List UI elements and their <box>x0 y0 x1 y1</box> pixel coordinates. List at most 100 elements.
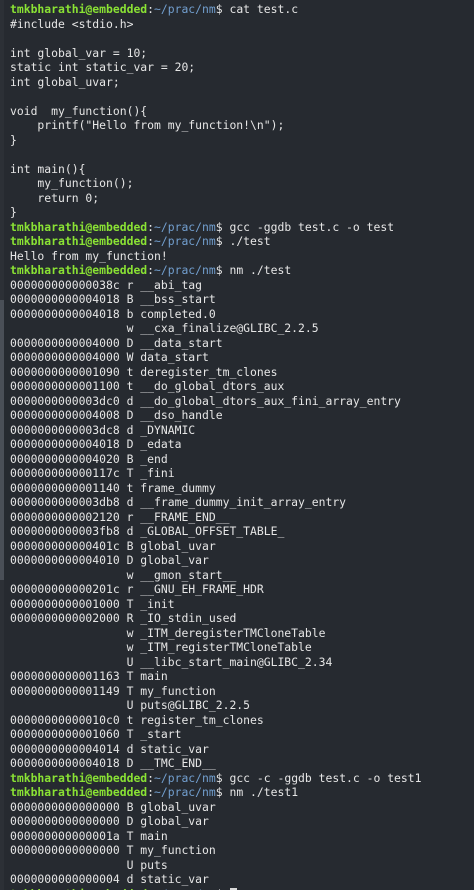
output-line: Hello from my_function! <box>10 248 168 263</box>
output-line: #include <stdio.h> <box>10 16 134 31</box>
output-line: 0000000000004018 b completed.0 <box>10 306 216 321</box>
prompt-colon: : <box>147 219 155 234</box>
output-line: 000000000000401c B global_uvar <box>10 538 216 553</box>
prompt-path: ~/prac/nm <box>154 770 216 785</box>
prompt-colon: : <box>147 2 155 16</box>
output-line: w _ITM_registerTMCloneTable <box>10 640 312 654</box>
prompt-colon: : <box>147 887 154 890</box>
prompt-dollar: $ <box>216 887 230 890</box>
output-line: 0000000000004000 W data_start <box>10 350 209 364</box>
output-line: 0000000000003fb8 d _GLOBAL_OFFSET_TABLE_ <box>10 524 285 538</box>
prompt-user-host: tmkbharathi@embedded <box>10 770 148 785</box>
prompt-user-host: tmkbharathi@embedded <box>10 219 148 234</box>
prompt-line: tmkbharathi@embedded:~/prac/nm$ gcc -ggd… <box>10 220 474 235</box>
output-line: 0000000000004000 D __data_start <box>10 335 223 350</box>
output-line: 0000000000004018 D _edata <box>10 437 182 451</box>
output-line: 000000000000117c T _fini <box>10 466 175 480</box>
output-line: } <box>10 132 17 147</box>
prompt-colon: : <box>147 770 155 785</box>
output-line: 0000000000004018 D __TMC_END__ <box>10 756 216 770</box>
command-text: ./test <box>229 234 271 248</box>
prompt-user-host: tmkbharathi@embedded <box>10 785 148 799</box>
output-line: 0000000000000000 T my_function <box>10 843 216 857</box>
output-line: 0000000000000000 D global_var <box>10 814 209 828</box>
output-line: 0000000000001000 T _init <box>10 596 175 611</box>
output-line: 0000000000001149 T my_function <box>10 683 216 698</box>
command-text: nm ./test <box>229 263 292 277</box>
output-line: w __cxa_finalize@GLIBC_2.2.5 <box>10 321 319 335</box>
prompt-path: ~/prac/nm <box>154 219 216 234</box>
output-line: 0000000000001100 t __do_global_dtors_aux <box>10 379 285 393</box>
output-line: U puts@GLIBC_2.2.5 <box>10 698 251 712</box>
prompt-path: ~/prac/nm <box>154 887 216 890</box>
output-line: 0000000000001163 T main <box>10 669 168 683</box>
output-line: static int static_var = 20; <box>10 60 196 74</box>
prompt-dollar: $ <box>215 770 230 785</box>
output-line: 000000000000038c r __abi_tag <box>10 277 203 292</box>
output-line: 0000000000004020 B _end <box>10 451 168 466</box>
prompt-user-host: tmkbharathi@embedded <box>10 887 147 890</box>
terminal-scrollbar[interactable] <box>0 0 4 890</box>
output-line: 0000000000003db8 d __frame_dummy_init_ar… <box>10 495 347 509</box>
output-line: my_function(); <box>10 176 134 190</box>
output-line: 000000000000201c r __GNU_EH_FRAME_HDR <box>10 582 264 596</box>
prompt-colon: : <box>147 785 155 799</box>
output-line: int global_var = 10; <box>10 45 148 60</box>
output-line: w __gmon_start__ <box>10 567 237 582</box>
command-text: gcc -ggdb test.c -o test <box>229 219 395 234</box>
output-line: 0000000000003dc8 d _DYNAMIC <box>10 422 196 437</box>
output-line: 0000000000000000 B global_uvar <box>10 799 216 814</box>
output-line: int main(){ <box>10 161 86 176</box>
output-line: U __libc_start_main@GLIBC_2.34 <box>10 654 333 669</box>
prompt-user-host: tmkbharathi@embedded <box>10 234 148 248</box>
output-line: 0000000000002120 r __FRAME_END__ <box>10 509 230 524</box>
prompt-line: tmkbharathi@embedded:~/prac/nm$ <box>10 887 474 890</box>
prompt-colon: : <box>147 263 155 277</box>
prompt-dollar: $ <box>215 234 230 248</box>
output-line: } <box>10 205 17 219</box>
prompt-path: ~/prac/nm <box>154 785 216 799</box>
output-line: 0000000000004008 D __dso_handle <box>10 408 223 422</box>
output-line: int global_uvar; <box>10 74 120 89</box>
command-text: nm ./test1 <box>229 785 299 799</box>
scrollbar-thumb[interactable] <box>0 300 4 580</box>
prompt-line: tmkbharathi@embedded:~/prac/nm$ gcc -c -… <box>10 771 474 786</box>
output-line: U puts <box>10 857 168 872</box>
terminal-output: tmkbharathi@embedded:~/prac/nm$ cat test… <box>10 2 474 890</box>
terminal-window[interactable]: tmkbharathi@embedded:~/prac/nm$ cat test… <box>0 0 474 890</box>
output-line: 0000000000004010 D global_var <box>10 553 209 567</box>
output-line: 0000000000004014 d static_var <box>10 741 209 756</box>
output-line: 0000000000003dc0 d __do_global_dtors_aux… <box>10 393 401 408</box>
command-text: gcc -c -ggdb test.c -o test1 <box>229 770 422 785</box>
prompt-line: tmkbharathi@embedded:~/prac/nm$ nm ./tes… <box>10 785 474 800</box>
prompt-colon: : <box>147 234 155 248</box>
prompt-line: tmkbharathi@embedded:~/prac/nm$ ./test <box>10 234 474 249</box>
output-line: printf("Hello from my_function!\n"); <box>10 118 285 132</box>
output-line: return 0; <box>10 190 100 205</box>
output-line: 0000000000004018 B __bss_start <box>10 292 216 306</box>
output-line: 0000000000001060 T _start <box>10 727 182 741</box>
prompt-dollar: $ <box>215 785 230 799</box>
output-line: void my_function(){ <box>10 103 148 118</box>
output-line: 0000000000001140 t frame_dummy <box>10 480 216 495</box>
prompt-user-host: tmkbharathi@embedded <box>10 263 148 277</box>
output-line: w _ITM_deregisterTMCloneTable <box>10 625 326 640</box>
prompt-path: ~/prac/nm <box>154 263 216 277</box>
prompt-line: tmkbharathi@embedded:~/prac/nm$ nm ./tes… <box>10 263 474 278</box>
command-text: cat test.c <box>229 2 299 16</box>
prompt-line: tmkbharathi@embedded:~/prac/nm$ cat test… <box>10 2 474 17</box>
prompt-path: ~/prac/nm <box>154 234 216 248</box>
prompt-dollar: $ <box>215 263 230 277</box>
prompt-dollar: $ <box>215 219 230 234</box>
output-line: 0000000000000004 d static_var <box>10 872 209 886</box>
prompt-user-host: tmkbharathi@embedded <box>10 2 148 16</box>
output-line: 00000000000010c0 t register_tm_clones <box>10 712 264 727</box>
prompt-path: ~/prac/nm <box>154 2 216 16</box>
output-line: 000000000000001a T main <box>10 828 168 843</box>
output-line: 0000000000002000 R _IO_stdin_used <box>10 611 237 625</box>
prompt-dollar: $ <box>215 2 230 16</box>
output-line: 0000000000001090 t deregister_tm_clones <box>10 364 278 379</box>
